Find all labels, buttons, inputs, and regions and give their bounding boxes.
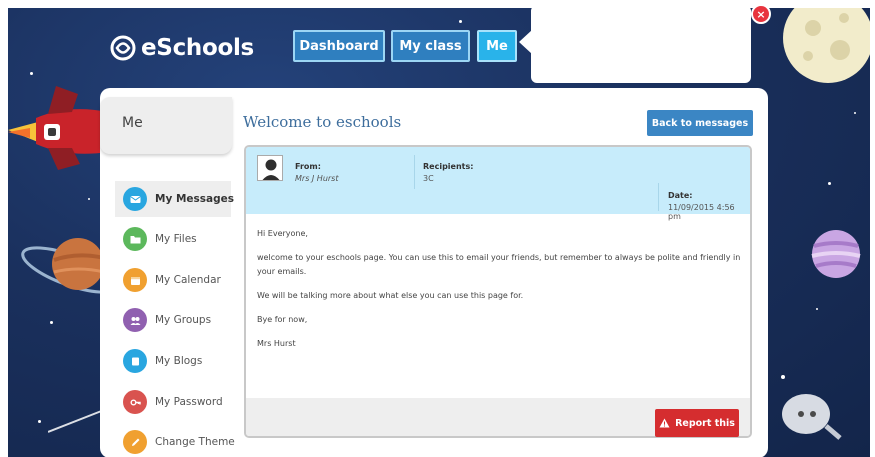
header-divider [414, 155, 415, 189]
moon-illustration [783, 8, 870, 83]
date-value: 11/09/2015 4:56 pm [668, 203, 735, 221]
key-icon [123, 390, 147, 414]
calendar-icon [123, 268, 147, 292]
star [854, 112, 856, 114]
from-value: Mrs J Hurst [295, 174, 339, 183]
sidebar-item-my-messages[interactable]: My Messages [115, 181, 234, 217]
sidebar-item-label: My Calendar [155, 274, 221, 286]
report-this-button[interactable]: Report this [655, 409, 739, 437]
star [30, 72, 33, 75]
sidebar-item-label: My Password [155, 396, 223, 408]
message-paragraph: We will be talking more about what else … [257, 291, 524, 300]
recipients-value: 3C [423, 174, 434, 183]
shooting-star-illustration [48, 409, 105, 433]
from-label: From: [295, 162, 321, 171]
sidebar-item-label: My Blogs [155, 355, 203, 367]
sidebar-item-label: My Files [155, 233, 197, 245]
date-label: Date: [668, 191, 693, 200]
star [88, 198, 90, 200]
sidebar-item-my-blogs[interactable]: My Blogs [115, 343, 231, 379]
envelope-icon [123, 187, 147, 211]
section-title: Me [122, 115, 143, 131]
sidebar-item-my-calendar[interactable]: My Calendar [115, 262, 231, 298]
striped-planet-illustration [811, 230, 861, 278]
pencil-icon [123, 430, 147, 454]
star [828, 182, 831, 185]
star [816, 308, 818, 310]
nav-dashboard-button[interactable]: Dashboard [293, 30, 385, 62]
message-header: From: Mrs J Hurst Recipients: 3C Date: 1… [246, 147, 750, 221]
message-signature: Mrs Hurst [257, 339, 296, 348]
star [781, 375, 785, 379]
me-section-tab: Me [100, 97, 232, 154]
star [38, 420, 41, 423]
star [459, 20, 462, 23]
warning-icon [659, 418, 670, 428]
nav-my-class-button[interactable]: My class [391, 30, 470, 62]
sidebar-item-change-theme[interactable]: Change Theme [115, 424, 235, 457]
eschools-logo-icon [110, 35, 136, 61]
nav-me-button[interactable]: Me [477, 30, 517, 62]
sidebar-item-my-groups[interactable]: My Groups [115, 302, 231, 338]
recipients-label: Recipients: [423, 162, 474, 171]
notification-popup [531, 5, 751, 83]
message-paragraph: welcome to your eschools page. You can u… [257, 253, 741, 276]
report-button-label: Report this [675, 417, 735, 429]
group-icon [123, 308, 147, 332]
sidebar-item-my-password[interactable]: My Password [115, 384, 231, 420]
message-panel: From: Mrs J Hurst Recipients: 3C Date: 1… [244, 145, 752, 438]
avatar [257, 155, 283, 181]
back-to-messages-button[interactable]: Back to messages [647, 110, 753, 136]
brand-name: eSchools [141, 35, 254, 61]
spaceship-illustration [782, 394, 842, 440]
message-greeting: Hi Everyone, [257, 229, 308, 238]
person-icon [262, 159, 280, 180]
sidebar-item-label: My Groups [155, 314, 212, 326]
eschools-logo[interactable]: eSchools [108, 28, 254, 68]
sidebar-item-label: Change Theme [155, 436, 235, 448]
star [50, 321, 53, 324]
blog-icon [123, 349, 147, 373]
close-icon[interactable]: × [751, 4, 771, 24]
sidebar-item-label: My Messages [155, 193, 234, 205]
message-signoff: Bye for now, [257, 315, 308, 324]
message-body: Hi Everyone, welcome to your eschools pa… [257, 227, 741, 361]
page-title: Welcome to eschools [243, 113, 402, 131]
folder-icon [123, 227, 147, 251]
sidebar-item-my-files[interactable]: My Files [115, 221, 231, 257]
header-divider [658, 183, 659, 211]
